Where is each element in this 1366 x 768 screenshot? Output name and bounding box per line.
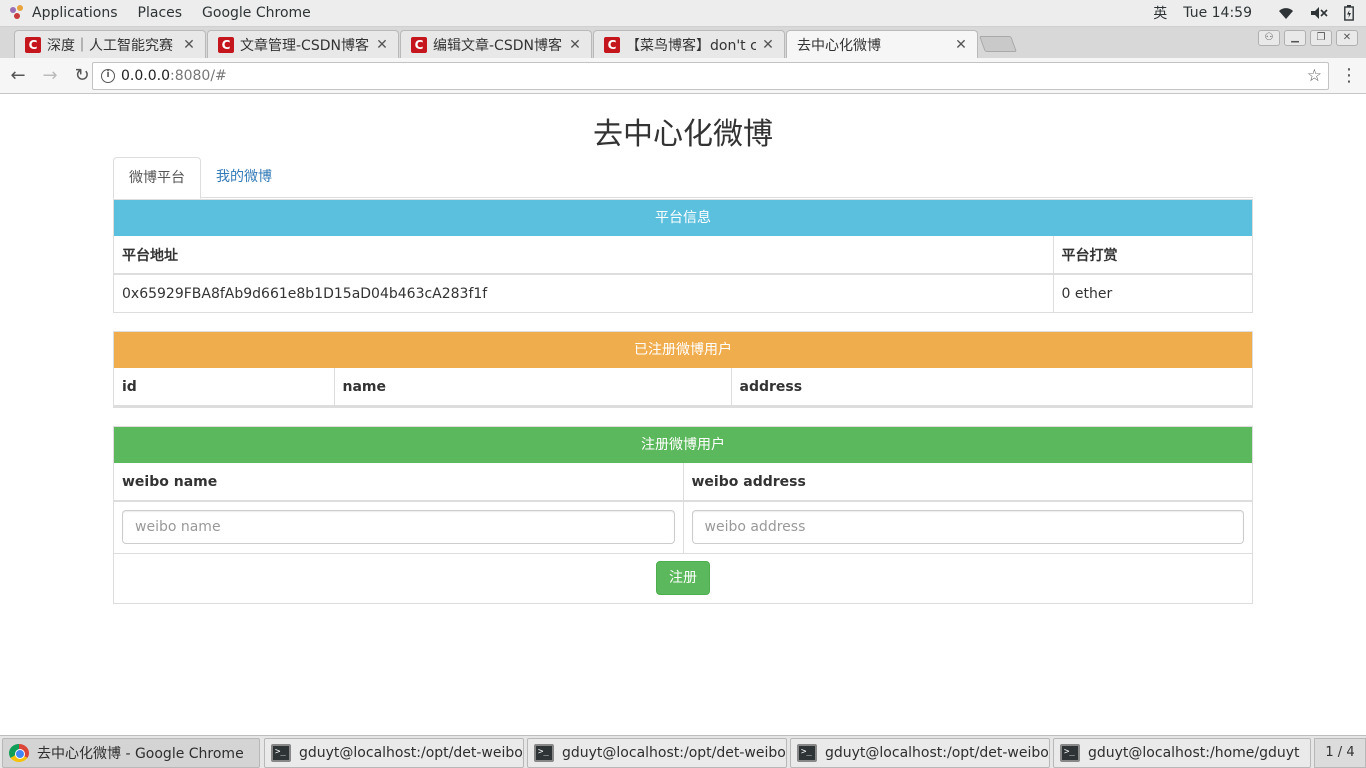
web-page: 去中心化微博 微博平台 我的微博 平台信息 平台地址 平台打赏 0x65929F… <box>0 95 1366 735</box>
column-header: weibo name <box>114 463 684 502</box>
column-header: id <box>114 368 335 407</box>
taskbar-item-chrome[interactable]: 去中心化微博 - Google Chrome <box>2 738 260 768</box>
taskbar-item-label: gduyt@localhost:/home/gduyt <box>1088 745 1300 761</box>
taskbar-item-terminal[interactable]: >_ gduyt@localhost:/opt/det-weibo/app <box>264 738 524 768</box>
forward-arrow-icon[interactable]: → <box>36 62 64 90</box>
close-tab-icon[interactable]: ✕ <box>567 37 583 53</box>
wifi-icon[interactable] <box>1270 6 1302 20</box>
tab-title: 编辑文章-CSDN博客 <box>433 37 562 54</box>
platform-reward-cell: 0 ether <box>1052 273 1252 312</box>
new-tab-button[interactable] <box>979 36 1017 52</box>
tab-title: 【菜鸟博客】don't c <box>626 37 756 54</box>
taskbar-item-label: gduyt@localhost:/opt/det-weibo/app <box>562 745 786 761</box>
registered-users-table: id name address <box>114 368 1252 407</box>
workspace-indicator[interactable]: 1 / 4 <box>1314 738 1366 768</box>
places-label: Places <box>137 5 183 21</box>
terminal-icon: >_ <box>1060 744 1080 762</box>
browser-tab[interactable]: C 【菜鸟博客】don't c ✕ <box>593 30 785 58</box>
column-header: name <box>333 368 732 407</box>
system-top-bar: Applications Places Google Chrome 英 Tue … <box>0 0 1366 27</box>
register-user-panel: 注册微博用户 weibo name weibo address 注册 <box>113 426 1253 604</box>
close-tab-icon[interactable]: ✕ <box>953 37 969 53</box>
bookmark-star-icon[interactable]: ☆ <box>1307 66 1322 86</box>
profile-icon[interactable]: ⚇ <box>1258 30 1280 46</box>
tab-title: 文章管理-CSDN博客 <box>240 37 369 54</box>
terminal-icon: >_ <box>534 744 554 762</box>
places-menu[interactable]: Places <box>128 0 193 27</box>
csdn-c-icon: C <box>604 36 620 53</box>
platform-address-cell: 0x65929FBA8fAb9d661e8b1D15aD04b463cA283f… <box>114 273 1054 312</box>
volume-muted-icon[interactable] <box>1302 6 1336 20</box>
taskbar-item-terminal[interactable]: >_ gduyt@localhost:/opt/det-weibo/app <box>527 738 787 768</box>
registered-users-panel: 已注册微博用户 id name address <box>113 331 1253 408</box>
window-list-taskbar: 去中心化微博 - Google Chrome >_ gduyt@localhos… <box>0 735 1366 768</box>
nav-tabs: 微博平台 我的微博 <box>113 157 1253 199</box>
applications-label: Applications <box>32 5 118 21</box>
applications-menu[interactable]: Applications <box>0 0 128 27</box>
close-window-icon[interactable]: ✕ <box>1336 30 1358 46</box>
column-header: weibo address <box>682 463 1252 502</box>
panel-heading: 注册微博用户 <box>114 427 1252 463</box>
chrome-menu-icon[interactable]: ⋮ <box>1340 66 1358 86</box>
weibo-address-input[interactable] <box>691 510 1244 545</box>
site-info-icon[interactable]: i <box>101 69 115 83</box>
tab-my-weibo[interactable]: 我的微博 <box>201 157 287 198</box>
page-title: 去中心化微博 <box>593 117 773 152</box>
terminal-icon: >_ <box>271 744 291 762</box>
panel-heading: 平台信息 <box>114 200 1252 236</box>
platform-info-panel: 平台信息 平台地址 平台打赏 0x65929FBA8fAb9d661e8b1D1… <box>113 199 1253 313</box>
browser-tab[interactable]: C 深度｜人工智能究赛 ✕ <box>14 30 206 58</box>
table-row: 0x65929FBA8fAb9d661e8b1D15aD04b463cA283f… <box>114 273 1252 312</box>
browser-tab-active[interactable]: 去中心化微博 ✕ <box>786 30 978 59</box>
chrome-icon <box>9 744 29 762</box>
url-rest: :8080/# <box>169 68 227 84</box>
back-arrow-icon[interactable]: ← <box>4 62 32 90</box>
minimize-window-icon[interactable]: ▁ <box>1284 30 1306 46</box>
browser-toolbar: ← → ↻ i 0.0.0.0:8080/# ☆ ⋮ <box>0 58 1366 94</box>
app-menu[interactable]: Google Chrome <box>192 0 321 27</box>
restore-window-icon[interactable]: ❐ <box>1310 30 1332 46</box>
taskbar-item-label: gduyt@localhost:/opt/det-weibo/app <box>299 745 523 761</box>
close-tab-icon[interactable]: ✕ <box>374 37 390 53</box>
weibo-name-input[interactable] <box>122 510 675 545</box>
close-tab-icon[interactable]: ✕ <box>181 37 197 53</box>
tab-weibo-platform[interactable]: 微博平台 <box>113 157 201 199</box>
browser-tab[interactable]: C 编辑文章-CSDN博客 ✕ <box>400 30 592 58</box>
browser-tab-strip: C 深度｜人工智能究赛 ✕ C 文章管理-CSDN博客 ✕ C 编辑文章-CSD… <box>0 27 1366 59</box>
taskbar-item-terminal[interactable]: >_ gduyt@localhost:/home/gduyt <box>1053 738 1311 768</box>
column-header: 平台打赏 <box>1052 236 1252 275</box>
terminal-icon: >_ <box>797 744 817 762</box>
address-bar[interactable]: i 0.0.0.0:8080/# ☆ <box>92 62 1329 90</box>
browser-tab[interactable]: C 文章管理-CSDN博客 ✕ <box>207 30 399 58</box>
taskbar-item-label: gduyt@localhost:/opt/det-weibo/app <box>825 745 1049 761</box>
csdn-c-icon: C <box>411 36 427 53</box>
battery-icon[interactable] <box>1336 5 1362 21</box>
register-button[interactable]: 注册 <box>656 561 710 596</box>
gnome-foot-icon <box>10 5 26 21</box>
csdn-c-icon: C <box>25 36 41 53</box>
taskbar-item-terminal[interactable]: >_ gduyt@localhost:/opt/det-weibo/app <box>790 738 1050 768</box>
close-tab-icon[interactable]: ✕ <box>760 37 776 53</box>
panel-heading: 已注册微博用户 <box>114 332 1252 368</box>
input-method-indicator[interactable]: 英 <box>1145 3 1175 23</box>
register-user-table: weibo name weibo address 注册 <box>114 463 1252 603</box>
tab-title: 去中心化微博 <box>797 38 881 54</box>
column-header: address <box>730 368 1252 407</box>
taskbar-item-label: 去中心化微博 - Google Chrome <box>37 746 244 762</box>
tab-title: 深度｜人工智能究赛 <box>47 37 173 54</box>
app-menu-label: Google Chrome <box>202 5 311 21</box>
column-header: 平台地址 <box>114 236 1054 275</box>
csdn-c-icon: C <box>218 36 234 53</box>
clock[interactable]: Tue 14:59 <box>1175 5 1270 21</box>
platform-info-table: 平台地址 平台打赏 0x65929FBA8fAb9d661e8b1D15aD04… <box>114 236 1252 312</box>
url-host: 0.0.0.0 <box>121 68 170 84</box>
